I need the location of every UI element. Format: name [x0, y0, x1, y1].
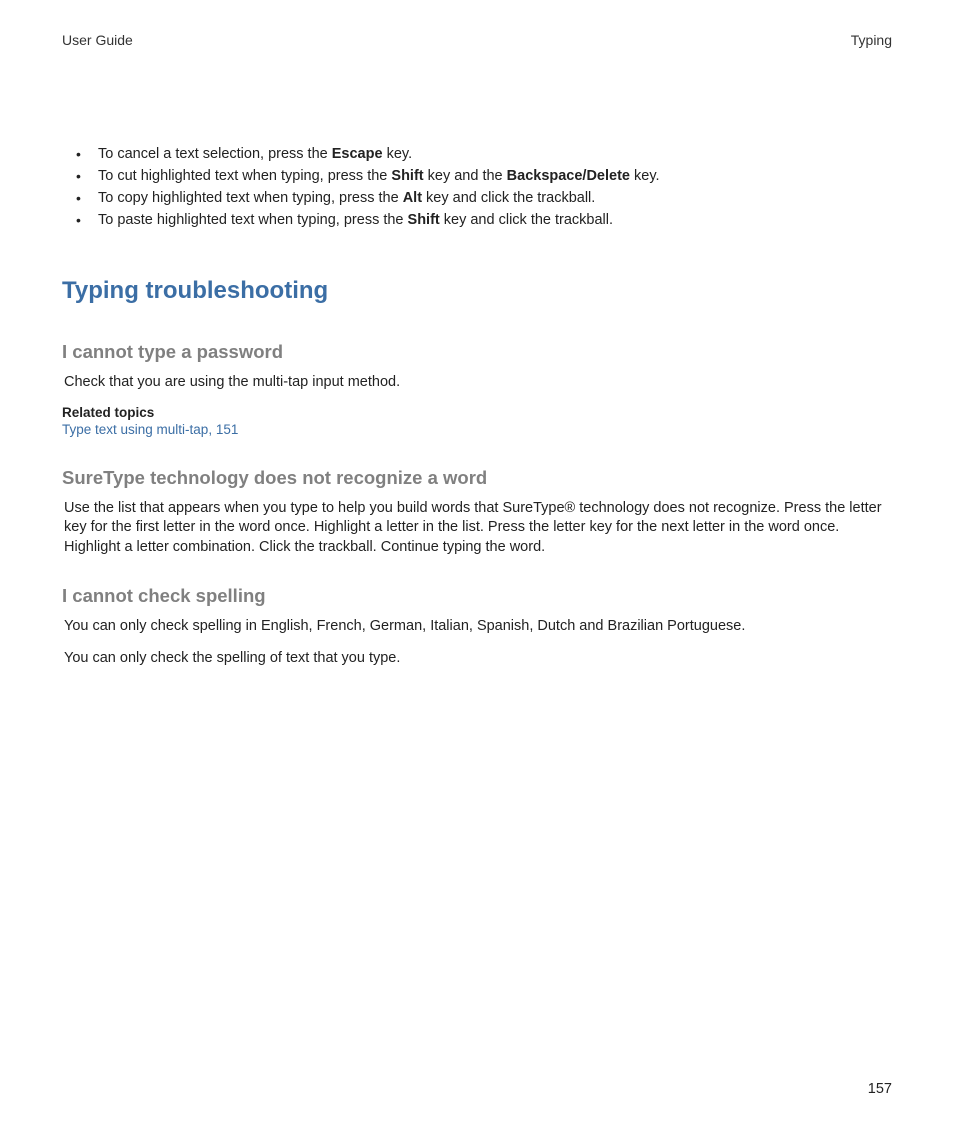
- text: key and click the trackball.: [422, 190, 595, 206]
- paragraph: Check that you are using the multi-tap i…: [64, 373, 892, 393]
- paragraph: Use the list that appears when you type …: [64, 499, 892, 558]
- paragraph: You can only check the spelling of text …: [64, 649, 892, 669]
- text: key.: [383, 146, 413, 162]
- header-left: User Guide: [62, 32, 133, 48]
- text: To paste highlighted text when typing, p…: [98, 212, 408, 228]
- text: To cut highlighted text when typing, pre…: [98, 168, 391, 184]
- bullet-item: To paste highlighted text when typing, p…: [70, 210, 892, 231]
- related-topic-link[interactable]: Type text using multi-tap, 151: [62, 422, 892, 437]
- bullet-item: To cancel a text selection, press the Es…: [70, 144, 892, 165]
- key-name: Backspace/Delete: [507, 168, 630, 184]
- key-name: Alt: [403, 190, 422, 206]
- document-page: User Guide Typing To cancel a text selec…: [0, 0, 954, 1145]
- section-spelling: I cannot check spelling You can only che…: [62, 585, 892, 668]
- related-topics-label: Related topics: [62, 405, 892, 420]
- section-suretype: SureType technology does not recognize a…: [62, 467, 892, 558]
- section-heading-h1: Typing troubleshooting: [62, 277, 892, 305]
- key-name: Shift: [391, 168, 423, 184]
- text: key.: [630, 168, 660, 184]
- text: To cancel a text selection, press the: [98, 146, 332, 162]
- page-number: 157: [868, 1081, 892, 1097]
- section-heading-h2: I cannot check spelling: [62, 585, 892, 607]
- bullet-item: To copy highlighted text when typing, pr…: [70, 188, 892, 209]
- paragraph: You can only check spelling in English, …: [64, 617, 892, 637]
- key-name: Escape: [332, 146, 383, 162]
- key-name: Shift: [408, 212, 440, 228]
- text: To copy highlighted text when typing, pr…: [98, 190, 403, 206]
- section-password: I cannot type a password Check that you …: [62, 341, 892, 437]
- bullet-list: To cancel a text selection, press the Es…: [62, 144, 892, 231]
- header-right: Typing: [851, 32, 892, 48]
- page-header: User Guide Typing: [62, 32, 892, 48]
- text: key and click the trackball.: [440, 212, 613, 228]
- text: key and the: [424, 168, 507, 184]
- section-heading-h2: I cannot type a password: [62, 341, 892, 363]
- section-heading-h2: SureType technology does not recognize a…: [62, 467, 892, 489]
- bullet-item: To cut highlighted text when typing, pre…: [70, 166, 892, 187]
